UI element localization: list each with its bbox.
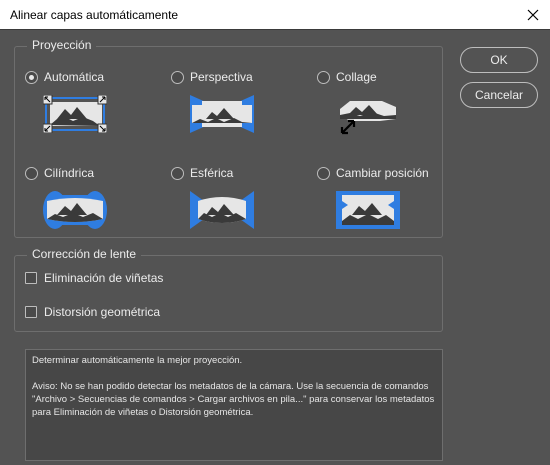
radio-collage[interactable]: Collage xyxy=(317,70,377,84)
checkbox-box xyxy=(25,272,37,284)
checkbox-geometric-distortion[interactable]: Distorsión geométrica xyxy=(25,305,160,319)
radio-label: Esférica xyxy=(190,166,234,180)
cancel-button[interactable]: Cancelar xyxy=(460,82,538,108)
radio-perspectiva[interactable]: Perspectiva xyxy=(171,70,253,84)
auto-projection-icon xyxy=(42,94,108,134)
perspective-projection-icon xyxy=(190,95,254,133)
radio-esferica[interactable]: Esférica xyxy=(171,166,233,180)
lens-correction-legend: Corrección de lente xyxy=(27,247,142,261)
collage-projection-icon xyxy=(336,95,402,135)
spherical-projection-icon xyxy=(190,191,254,229)
cylindrical-projection-icon xyxy=(43,191,107,229)
checkbox-label: Eliminación de viñetas xyxy=(44,271,164,285)
radio-button xyxy=(317,166,330,180)
title-bar: Alinear capas automáticamente xyxy=(0,0,550,30)
info-description: Determinar automáticamente la mejor proy… xyxy=(32,355,243,366)
radio-button-checked xyxy=(25,70,38,84)
radio-label: Collage xyxy=(336,70,377,84)
radio-button xyxy=(25,166,38,180)
lens-correction-group: Corrección de lente xyxy=(14,247,443,332)
radio-automatica[interactable]: Automática xyxy=(25,70,104,84)
info-panel: Determinar automáticamente la mejor proy… xyxy=(25,349,443,461)
info-warning: Aviso: No se han podido detectar los met… xyxy=(32,381,435,418)
radio-button xyxy=(171,166,184,180)
checkbox-label: Distorsión geométrica xyxy=(44,305,161,319)
dialog-body: Proyección Automática Perspectiva Collag… xyxy=(0,31,550,465)
window-title: Alinear capas automáticamente xyxy=(10,8,179,22)
radio-button xyxy=(171,70,184,84)
checkbox-vignette-removal[interactable]: Eliminación de viñetas xyxy=(25,271,163,285)
radio-label: Automática xyxy=(44,70,105,84)
radio-button xyxy=(317,70,330,84)
radio-cambiar-posicion[interactable]: Cambiar posición xyxy=(317,166,429,180)
close-icon xyxy=(527,9,539,21)
checkbox-box xyxy=(25,306,37,318)
ok-button[interactable]: OK xyxy=(460,47,538,73)
radio-cilindrica[interactable]: Cilíndrica xyxy=(25,166,94,180)
projection-legend: Proyección xyxy=(27,38,97,52)
radio-label: Perspectiva xyxy=(190,70,253,84)
close-button[interactable] xyxy=(516,0,550,30)
radio-label: Cambiar posición xyxy=(336,166,429,180)
reposition-projection-icon xyxy=(336,191,400,229)
radio-label: Cilíndrica xyxy=(44,166,95,180)
